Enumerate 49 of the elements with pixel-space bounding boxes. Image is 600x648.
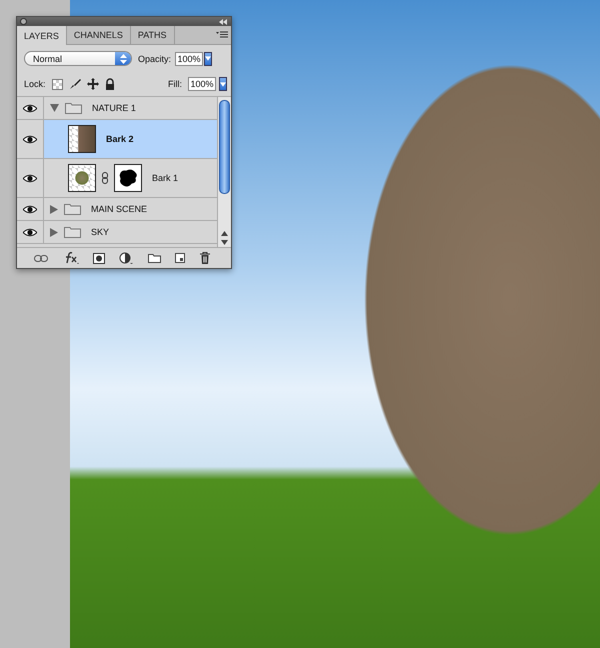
brush-icon[interactable] — [68, 78, 81, 90]
folder-icon — [64, 226, 81, 238]
scroll-down-icon[interactable] — [221, 240, 228, 245]
disclosure-triangle-icon[interactable] — [50, 104, 59, 112]
layer-row[interactable]: SKY — [17, 221, 217, 244]
layer-name: Bark 1 — [151, 173, 178, 183]
disclosure-triangle-icon[interactable] — [50, 228, 58, 236]
mask-thumbnail — [114, 164, 142, 192]
eye-icon — [23, 174, 37, 182]
trash-icon[interactable] — [200, 252, 210, 264]
panel-tab[interactable]: LAYERS — [17, 26, 67, 45]
opacity-label: Opacity: — [138, 54, 172, 64]
layer-row[interactable]: Bark 1 — [17, 159, 217, 198]
layer-thumbnail — [68, 125, 96, 153]
scroll-thumb[interactable] — [219, 100, 230, 194]
blend-mode-dropdown[interactable]: Normal — [24, 51, 132, 66]
panel-menu-icon[interactable] — [216, 31, 228, 39]
folder-icon[interactable] — [148, 254, 161, 262]
lock-transparency-icon[interactable] — [52, 78, 63, 90]
disclosure-triangle-icon[interactable] — [50, 204, 58, 214]
layer-name: SKY — [90, 227, 110, 237]
scroll-up-icon[interactable] — [221, 231, 228, 236]
adjustment-icon[interactable] — [119, 252, 134, 264]
folder-icon — [64, 203, 81, 215]
layer-name: Bark 2 — [105, 134, 134, 144]
lock-label: Lock: — [24, 79, 46, 89]
number-field[interactable]: 100% — [175, 52, 204, 66]
close-button[interactable] — [20, 18, 27, 25]
panel-tab[interactable]: CHANNELS — [66, 26, 131, 44]
eye-icon — [23, 228, 37, 236]
mask-icon[interactable] — [93, 252, 106, 264]
number-field[interactable]: 100% — [188, 77, 216, 91]
layer-row[interactable]: MAIN SCENE — [17, 198, 217, 221]
layer-thumbnail — [68, 164, 96, 192]
panel-tab[interactable]: PATHS — [130, 26, 175, 44]
layer-name: NATURE 1 — [91, 103, 136, 113]
scrollbar[interactable] — [217, 97, 231, 247]
stepper-arrows-icon[interactable] — [115, 52, 131, 65]
folder-icon — [65, 102, 82, 114]
eye-icon — [23, 204, 37, 214]
padlock-icon[interactable] — [104, 78, 115, 90]
eye-icon — [23, 104, 37, 112]
fill-label: Fill: — [168, 79, 182, 89]
move-icon[interactable] — [86, 78, 99, 90]
link-layers-icon[interactable] — [34, 254, 48, 262]
layer-name: MAIN SCENE — [90, 204, 148, 214]
new-layer-icon[interactable] — [175, 253, 186, 263]
link-icon[interactable] — [102, 172, 108, 184]
eye-icon — [23, 134, 37, 144]
